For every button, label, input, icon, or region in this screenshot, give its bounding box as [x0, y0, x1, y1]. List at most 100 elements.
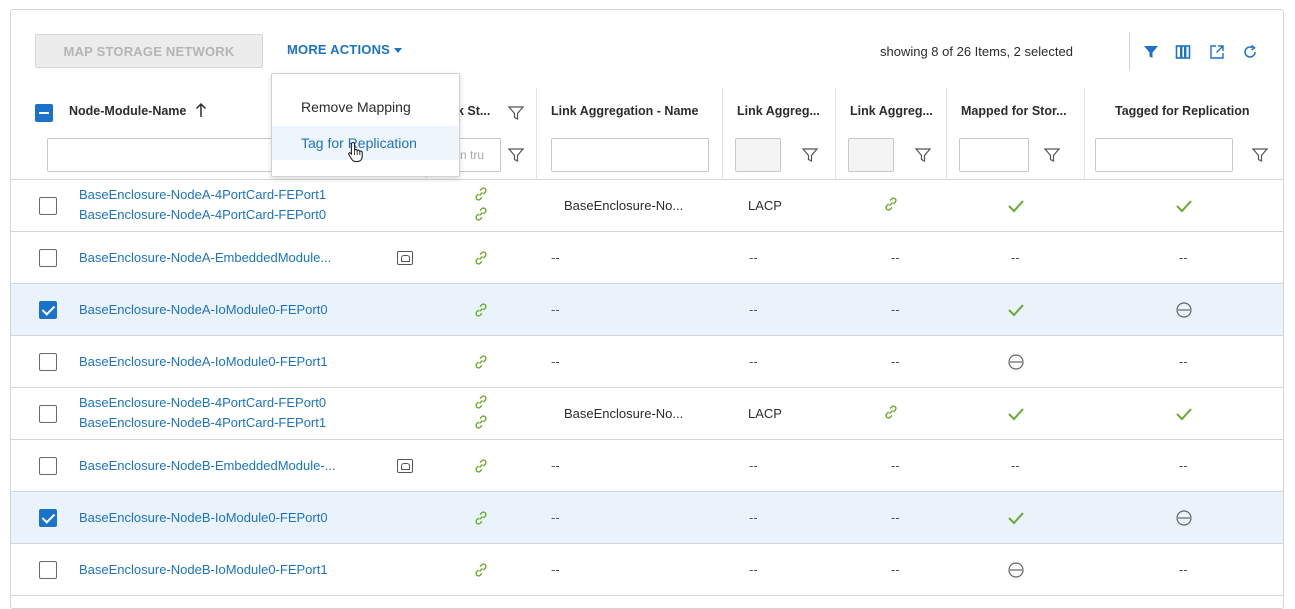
table-row[interactable]: BaseEnclosure-NodeA-4PortCard-FEPort1 Bas… [11, 180, 1283, 232]
column-label-tagged[interactable]: Tagged for Replication [1115, 104, 1250, 118]
row-checkbox[interactable] [39, 301, 57, 319]
filter-icon[interactable] [1251, 146, 1269, 164]
more-actions-button[interactable]: MORE ACTIONS [287, 42, 403, 57]
la-name-cell: -- [551, 562, 560, 577]
la-name-cell: -- [551, 458, 560, 473]
tagged-filter-input[interactable] [1095, 138, 1233, 172]
sort-ascending-icon[interactable] [195, 102, 207, 121]
la-name-filter-input[interactable] [551, 138, 709, 172]
embedded-port-icon [397, 459, 413, 473]
la-status-cell: -- [891, 562, 900, 577]
row-checkbox[interactable] [39, 561, 57, 579]
menu-item-remove-mapping[interactable]: Remove Mapping [272, 90, 459, 124]
filter-filled-icon[interactable] [1141, 42, 1161, 62]
refresh-icon[interactable] [1240, 42, 1260, 62]
filter-icon[interactable] [507, 104, 525, 122]
check-icon [1008, 408, 1024, 421]
link-icon [475, 251, 487, 265]
la-status-filter-input[interactable] [848, 138, 894, 172]
la-mode-filter-input[interactable] [735, 138, 781, 172]
table-row[interactable]: BaseEnclosure-NodeB-IoModule0-FEPort1 -- -… [11, 544, 1283, 596]
filter-icon[interactable] [914, 146, 932, 164]
table-row[interactable]: BaseEnclosure-NodeA-IoModule0-FEPort0 -- -… [11, 284, 1283, 336]
column-header-tagged: Tagged for Replication [1084, 88, 1284, 180]
more-actions-label: MORE ACTIONS [287, 42, 391, 57]
storage-network-panel: MAP STORAGE NETWORK MORE ACTIONS showing… [10, 9, 1284, 609]
la-status-cell: -- [891, 458, 900, 473]
check-icon [1176, 200, 1192, 213]
link-icon [475, 187, 487, 201]
column-label-mapped[interactable]: Mapped for Stor... [961, 104, 1067, 118]
port-name-link[interactable]: BaseEnclosure-NodeB-IoModule0-FEPort0 [79, 510, 328, 525]
column-label-la-status[interactable]: Link Aggreg... [850, 104, 933, 118]
mapped-filter-input[interactable] [959, 138, 1029, 172]
column-header-la-status: Link Aggreg... [835, 88, 946, 180]
circle-minus-icon [1008, 562, 1024, 578]
row-checkbox[interactable] [39, 197, 57, 215]
la-name-cell: -- [551, 250, 560, 265]
table-row[interactable]: BaseEnclosure-NodeA-IoModule0-FEPort1 -- -… [11, 336, 1283, 388]
check-icon [1176, 408, 1192, 421]
columns-icon[interactable] [1173, 42, 1193, 62]
embedded-port-icon [397, 251, 413, 265]
select-all-checkbox[interactable] [35, 104, 53, 122]
row-checkbox[interactable] [39, 509, 57, 527]
port-name-link[interactable]: BaseEnclosure-NodeB-EmbeddedModule-... [79, 458, 336, 473]
link-icon [475, 303, 487, 317]
export-icon[interactable] [1207, 42, 1227, 62]
column-label-link-status[interactable]: k St... [457, 104, 490, 118]
la-status-cell: -- [891, 250, 900, 265]
table-row[interactable]: BaseEnclosure-NodeB-EmbeddedModule-... --… [11, 440, 1283, 492]
port-name-link[interactable]: BaseEnclosure-NodeA-EmbeddedModule... [79, 250, 331, 265]
link-icon [885, 197, 897, 211]
link-icon [885, 405, 897, 419]
la-name-cell: -- [551, 354, 560, 369]
la-status-cell: -- [891, 354, 900, 369]
filter-icon[interactable] [507, 146, 525, 164]
link-icon [475, 511, 487, 525]
la-name-cell: BaseEnclosure-No... [564, 406, 684, 421]
la-name-cell: -- [551, 510, 560, 525]
table-row[interactable]: BaseEnclosure-NodeB-4PortCard-FEPort0 Bas… [11, 388, 1283, 440]
port-name-link[interactable]: BaseEnclosure-NodeB-IoModule0-FEPort1 [79, 562, 328, 577]
port-name-link[interactable]: BaseEnclosure-NodeB-4PortCard-FEPort1 [79, 415, 326, 430]
column-header-mapped: Mapped for Stor... [946, 88, 1084, 180]
link-icon [475, 459, 487, 473]
la-mode-cell: -- [749, 458, 758, 473]
row-checkbox[interactable] [39, 353, 57, 371]
tagged-cell: -- [1179, 250, 1188, 265]
tagged-cell: -- [1179, 458, 1188, 473]
la-name-cell: -- [551, 302, 560, 317]
column-label-name[interactable]: Node-Module-Name [69, 104, 186, 118]
table-row[interactable]: BaseEnclosure-NodeB-IoModule0-FEPort0 -- -… [11, 492, 1283, 544]
port-name-link[interactable]: BaseEnclosure-NodeB-4PortCard-FEPort0 [79, 395, 326, 410]
filter-icon[interactable] [801, 146, 819, 164]
column-label-la-name[interactable]: Link Aggregation - Name [551, 104, 698, 118]
link-icon [475, 563, 487, 577]
row-checkbox[interactable] [39, 457, 57, 475]
link-icon [475, 207, 487, 221]
map-storage-network-button[interactable]: MAP STORAGE NETWORK [35, 34, 263, 68]
la-mode-cell: -- [749, 354, 758, 369]
menu-item-tag-for-replication[interactable]: Tag for Replication [272, 126, 459, 160]
table-row[interactable]: BaseEnclosure-NodeA-EmbeddedModule... -- -… [11, 232, 1283, 284]
row-checkbox[interactable] [39, 405, 57, 423]
link-icon [475, 355, 487, 369]
row-checkbox[interactable] [39, 249, 57, 267]
port-name-link[interactable]: BaseEnclosure-NodeA-IoModule0-FEPort1 [79, 354, 328, 369]
column-label-la-mode[interactable]: Link Aggreg... [737, 104, 820, 118]
circle-minus-icon [1176, 510, 1192, 526]
la-name-cell: BaseEnclosure-No... [564, 198, 684, 213]
filter-icon[interactable] [1043, 146, 1061, 164]
circle-minus-icon [1176, 302, 1192, 318]
port-name-link[interactable]: BaseEnclosure-NodeA-4PortCard-FEPort0 [79, 207, 326, 222]
port-name-link[interactable]: BaseEnclosure-NodeA-IoModule0-FEPort0 [79, 302, 328, 317]
link-status-filter-placeholder: n tru [460, 148, 485, 162]
tagged-cell: -- [1179, 562, 1188, 577]
port-name-link[interactable]: BaseEnclosure-NodeA-4PortCard-FEPort1 [79, 187, 326, 202]
link-icon [475, 395, 487, 409]
column-header-la-mode: Link Aggreg... [722, 88, 835, 180]
caret-down-icon [394, 48, 403, 53]
table-header: Node-Module-Name k St... n tru Link Aggr… [11, 88, 1283, 180]
toolbar: MAP STORAGE NETWORK MORE ACTIONS showing… [11, 10, 1283, 74]
